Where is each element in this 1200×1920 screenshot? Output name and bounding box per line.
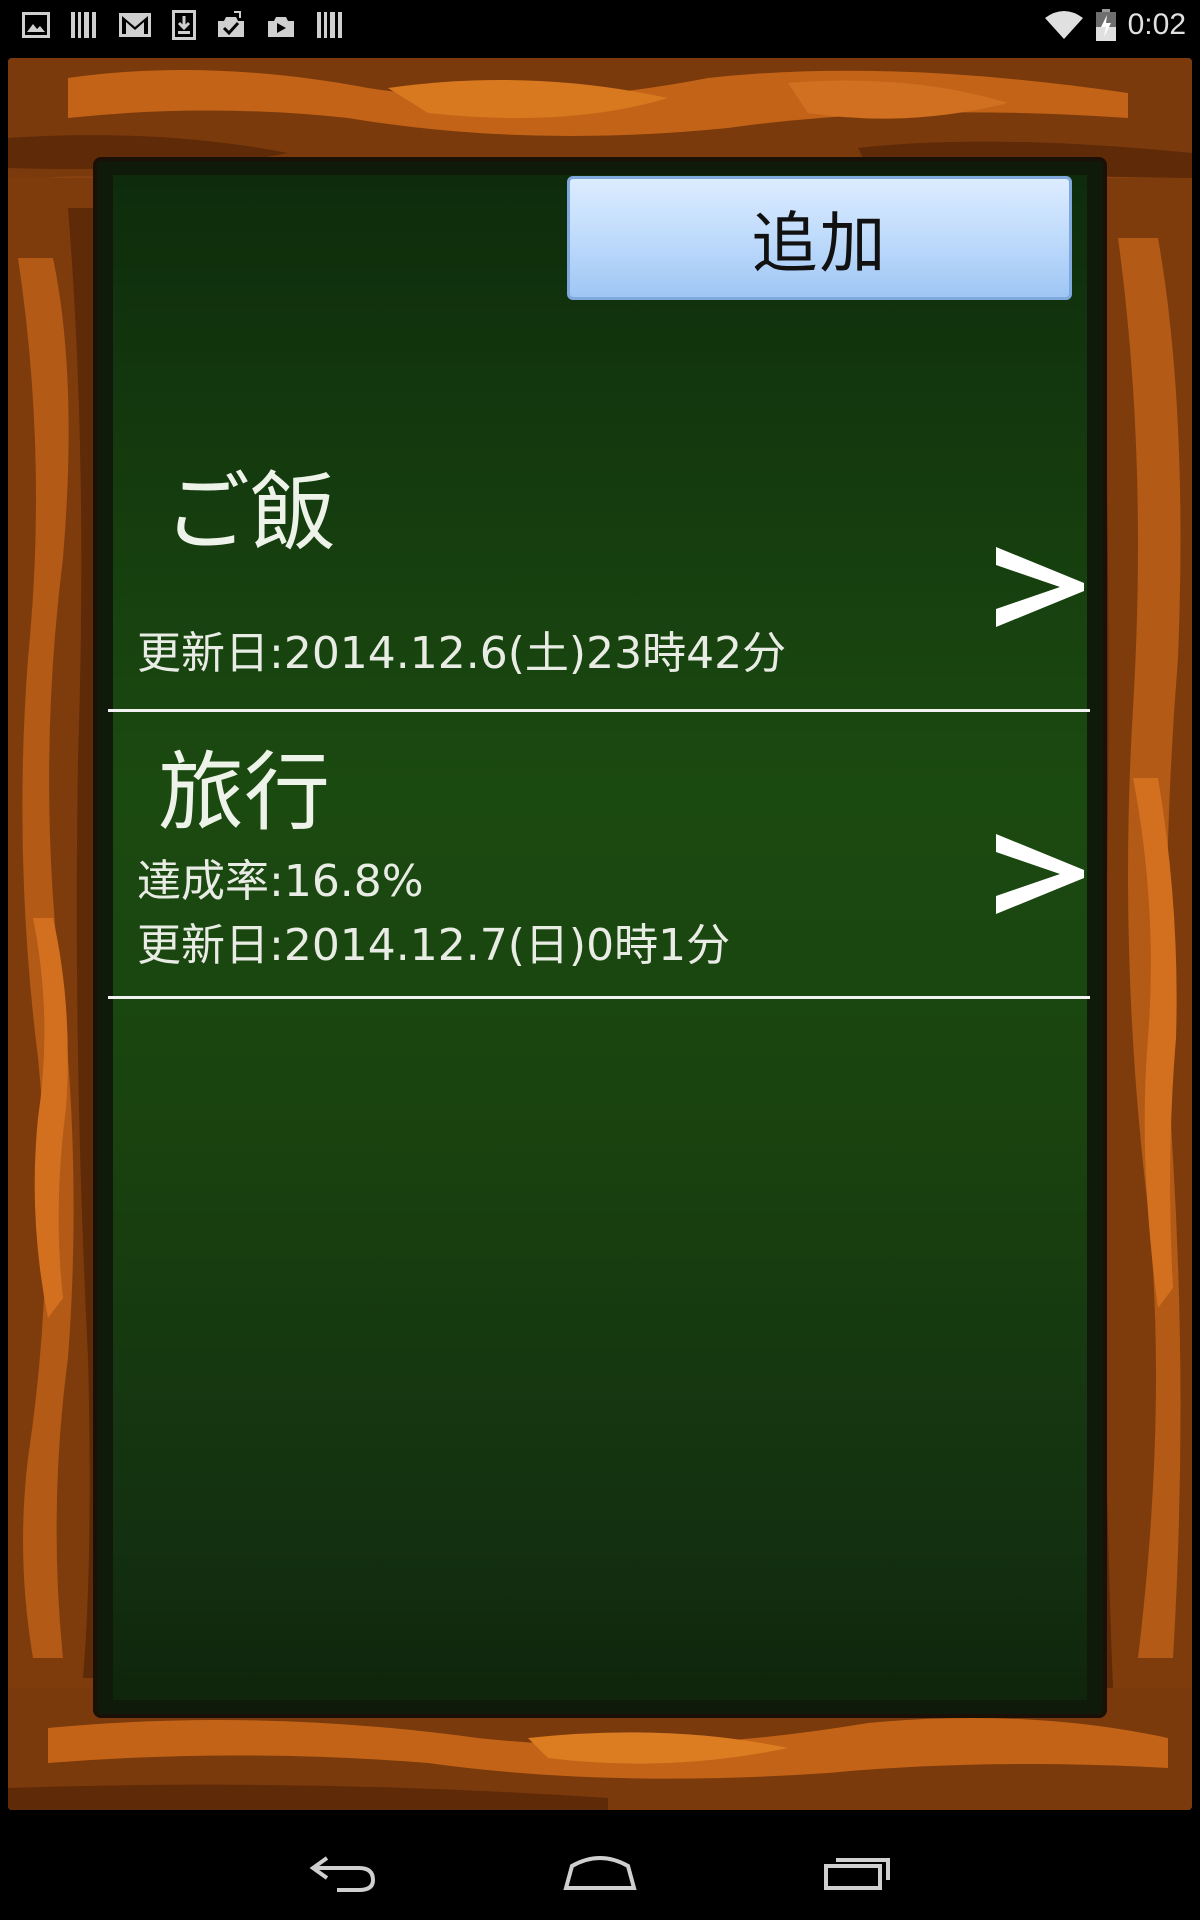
home-button[interactable] bbox=[560, 1842, 640, 1902]
chevron-right-icon bbox=[996, 834, 1084, 914]
task-done-icon bbox=[216, 11, 246, 39]
gmail-icon bbox=[118, 12, 152, 38]
navigation-bar bbox=[0, 1824, 1200, 1920]
status-bar: 0:02 bbox=[0, 0, 1200, 50]
download-icon bbox=[172, 10, 196, 40]
chevron-right-icon bbox=[996, 547, 1084, 627]
barcode-icon bbox=[70, 11, 98, 39]
system-icons: 0:02 bbox=[1044, 8, 1186, 42]
item-title: 旅行 bbox=[158, 743, 330, 843]
item-updated-date: 更新日:2014.12.6(土)23時42分 bbox=[137, 628, 787, 679]
add-button[interactable]: 追加 bbox=[567, 176, 1072, 300]
image-icon bbox=[22, 12, 50, 38]
list-item[interactable]: 旅行 達成率:16.8% 更新日:2014.12.7(日)0時1分 bbox=[108, 712, 1090, 1000]
notification-icons bbox=[22, 10, 344, 40]
wifi-icon bbox=[1044, 10, 1084, 40]
screen: 0:02 追加 ご飯 更新日:2014.12.6(土)23時42分 旅行 達成率… bbox=[0, 0, 1200, 1920]
battery-charging-icon bbox=[1095, 9, 1116, 41]
item-achievement-rate: 達成率:16.8% bbox=[137, 856, 424, 907]
back-button[interactable] bbox=[303, 1842, 383, 1902]
recent-apps-icon bbox=[824, 1858, 890, 1890]
item-updated-date: 更新日:2014.12.7(日)0時1分 bbox=[137, 920, 731, 971]
list-item[interactable]: ご飯 更新日:2014.12.6(土)23時42分 bbox=[108, 440, 1090, 712]
status-time: 0:02 bbox=[1127, 8, 1186, 41]
item-title: ご飯 bbox=[164, 463, 336, 563]
home-icon bbox=[563, 1856, 637, 1890]
divider bbox=[108, 996, 1090, 999]
recent-apps-button[interactable] bbox=[818, 1842, 898, 1902]
video-upload-icon bbox=[266, 11, 296, 39]
barcode-icon bbox=[316, 11, 344, 39]
back-icon bbox=[309, 1856, 376, 1892]
